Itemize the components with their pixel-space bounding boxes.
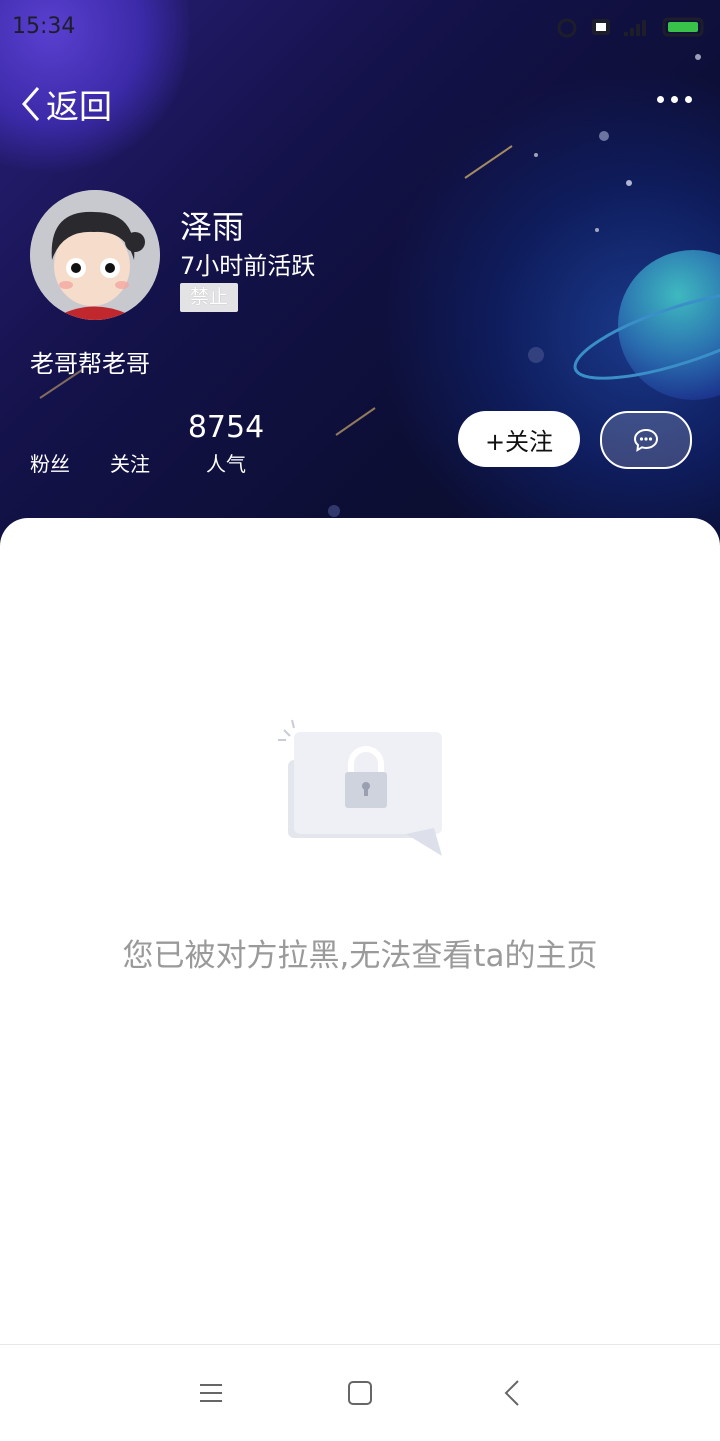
alarm-icon [557,18,577,38]
home-button[interactable] [340,1375,380,1411]
active-status: 7小时前活跃 [180,252,316,280]
system-back-button[interactable] [492,1375,532,1411]
hd-icon [592,19,610,35]
chevron-left-icon [22,87,40,121]
system-navigation-bar [0,1344,720,1441]
status-bar: 15:34 [0,0,720,56]
blocked-message: 您已被对方拉黑,无法查看ta的主页 [122,938,598,974]
signal-icon [624,20,646,36]
menu-button[interactable] [190,1375,230,1411]
message-button[interactable] [600,411,692,469]
more-dots-icon [657,96,664,103]
back-icon [504,1380,519,1406]
profile-name: 泽雨 [180,208,245,246]
back-label: 返回 [46,87,112,126]
following-label: 关注 [110,452,150,476]
status-icons [554,16,706,38]
lock-icon [278,719,442,856]
home-icon [348,1381,372,1405]
popularity-label: 人气 [206,452,246,476]
avatar-image [30,190,160,320]
status-time: 15:34 [12,14,76,39]
follow-button[interactable]: +关注 [458,411,580,467]
menu-icon [200,1384,222,1402]
popularity-stat[interactable]: 8754 人气 [186,410,266,477]
top-navigation: 返回 [0,72,720,132]
following-stat[interactable]: 关注 [110,410,150,477]
fans-count [30,410,70,446]
more-options-button[interactable] [657,96,692,103]
status-badge: 禁止 [180,283,239,312]
popularity-count: 8754 [187,410,265,445]
back-button[interactable]: 返回 [18,80,112,128]
battery-icon [662,17,704,37]
fans-label: 粉丝 [30,452,70,476]
following-count [110,410,150,446]
profile-bio: 老哥帮老哥 [30,350,150,378]
fans-stat[interactable]: 粉丝 [30,410,70,477]
avatar[interactable] [30,190,160,320]
chat-bubble-icon [633,428,659,452]
